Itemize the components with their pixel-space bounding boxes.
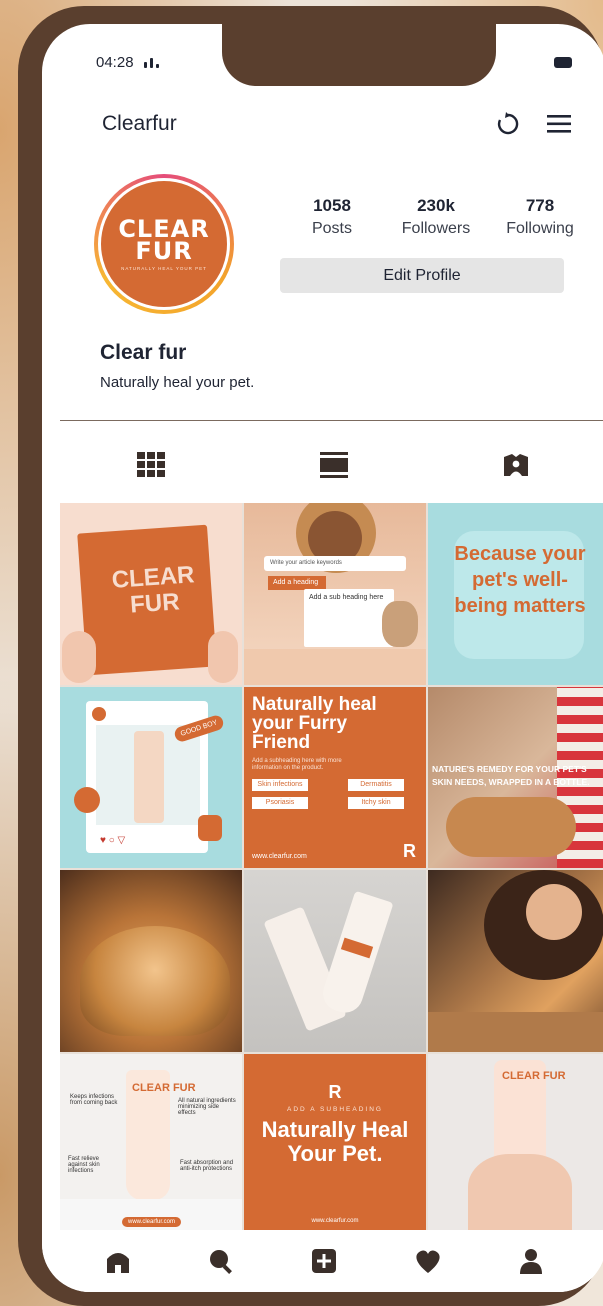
post-tile[interactable] bbox=[244, 870, 426, 1052]
post-search-field: Write your article keywords bbox=[264, 556, 406, 571]
post-tile[interactable] bbox=[428, 870, 603, 1052]
post-subheading: Add a subheading here with more informat… bbox=[252, 758, 342, 771]
divider bbox=[60, 420, 603, 421]
edit-profile-button[interactable]: Edit Profile bbox=[280, 258, 564, 293]
avatar-ring[interactable]: CLEAR FUR NATURALLY HEAL YOUR PET bbox=[94, 174, 234, 314]
stat-value: 230k bbox=[417, 196, 455, 215]
reels-icon[interactable] bbox=[319, 452, 348, 478]
avatar-tagline: NATURALLY HEAL YOUR PET bbox=[121, 265, 207, 271]
brand-mark-icon: R bbox=[403, 841, 416, 861]
post-tile[interactable]: CLEAR FUR Keeps infections from coming b… bbox=[60, 1054, 242, 1235]
add-post-icon[interactable] bbox=[311, 1248, 337, 1274]
stat-label: Following bbox=[506, 220, 574, 237]
search-icon[interactable] bbox=[208, 1248, 234, 1274]
stat-label: Posts bbox=[311, 220, 352, 237]
profile-tabs bbox=[60, 434, 603, 496]
brand-mark-icon: R bbox=[328, 1082, 342, 1102]
profile-name: Clear fur bbox=[100, 341, 187, 364]
menu-icon[interactable] bbox=[546, 113, 572, 135]
tagged-icon[interactable] bbox=[503, 453, 529, 477]
battery-icon bbox=[554, 57, 572, 68]
bottom-nav bbox=[42, 1230, 603, 1292]
posts-grid: CLEAR FUR Write your article keywords Ad… bbox=[60, 503, 603, 1235]
post-product-logo: CLEAR FUR bbox=[132, 1082, 196, 1094]
post-url: www.clearfur.com bbox=[252, 853, 307, 860]
app-header: Clearfur bbox=[102, 112, 572, 136]
stat-value: 1058 bbox=[313, 196, 351, 215]
post-tile[interactable]: CLEAR FUR bbox=[60, 503, 242, 685]
post-tile[interactable] bbox=[60, 870, 242, 1052]
stat-label: Followers bbox=[401, 220, 471, 237]
post-title: Naturally heal your Furry Friend bbox=[252, 694, 377, 753]
phone-notch bbox=[222, 24, 496, 86]
profile-bio: Naturally heal your pet. bbox=[100, 374, 255, 391]
post-url: www.clearfur.com bbox=[311, 1218, 359, 1224]
refresh-icon[interactable] bbox=[496, 112, 520, 136]
post-tile[interactable]: CLEAR FUR bbox=[428, 1054, 603, 1235]
post-title: Naturally Heal Your Pet. bbox=[261, 1117, 409, 1166]
like-icon: ♥ ○ ▽ bbox=[100, 835, 126, 846]
post-chip: Itchy skin bbox=[348, 797, 404, 809]
profile-stats: 1058 Posts 230k Followers 778 Following bbox=[280, 196, 592, 238]
status-bar: 04:28 bbox=[96, 54, 159, 71]
post-quote-text: Because your pet's well-being matters bbox=[454, 543, 586, 617]
post-url: www.clearfur.com bbox=[122, 1217, 182, 1227]
phone-screen: 04:28 Clearfur CLEAR FUR NATURALLY HEAL … bbox=[42, 24, 603, 1292]
avatar[interactable]: CLEAR FUR NATURALLY HEAL YOUR PET bbox=[98, 178, 230, 310]
stat-followers[interactable]: 230k Followers bbox=[384, 196, 488, 238]
post-sub-card: Add a sub heading here bbox=[304, 589, 394, 647]
post-tile[interactable]: Write your article keywords Add a headin… bbox=[244, 503, 426, 685]
post-chip: Skin infections bbox=[252, 779, 308, 791]
stat-following[interactable]: 778 Following bbox=[488, 196, 592, 238]
grid-view-icon[interactable] bbox=[137, 452, 166, 478]
post-chip: Dermatitis bbox=[348, 779, 404, 791]
stat-value: 778 bbox=[525, 196, 555, 215]
post-product-logo: CLEAR FUR bbox=[502, 1070, 566, 1082]
post-tile[interactable]: GOOD BOY ♥ ○ ▽ bbox=[60, 687, 242, 868]
avatar-logo-line2: FUR bbox=[135, 236, 193, 265]
post-tile[interactable]: NATURE'S REMEDY FOR YOUR PET'S SKIN NEED… bbox=[428, 687, 603, 868]
post-box-logo: CLEAR FUR bbox=[110, 561, 196, 619]
status-time: 04:28 bbox=[96, 54, 134, 71]
post-chip: Psoriasis bbox=[252, 797, 308, 809]
signal-icon bbox=[143, 57, 159, 68]
post-heading-chip: Add a heading bbox=[268, 576, 326, 590]
post-caption: NATURE'S REMEDY FOR YOUR PET'S SKIN NEED… bbox=[432, 764, 590, 787]
home-icon[interactable] bbox=[105, 1248, 131, 1274]
post-tile[interactable]: Because your pet's well-being matters bbox=[428, 503, 603, 685]
phone-frame: 04:28 Clearfur CLEAR FUR NATURALLY HEAL … bbox=[18, 6, 603, 1306]
stat-posts[interactable]: 1058 Posts bbox=[280, 196, 384, 238]
profile-icon[interactable] bbox=[519, 1248, 543, 1274]
app-name: Clearfur bbox=[102, 112, 177, 135]
heart-icon[interactable] bbox=[414, 1248, 442, 1274]
post-subheading: ADD A SUBHEADING bbox=[287, 1106, 383, 1113]
post-tile[interactable]: R ADD A SUBHEADING Naturally Heal Your P… bbox=[244, 1054, 426, 1235]
post-tile[interactable]: Naturally heal your Furry Friend Add a s… bbox=[244, 687, 426, 868]
